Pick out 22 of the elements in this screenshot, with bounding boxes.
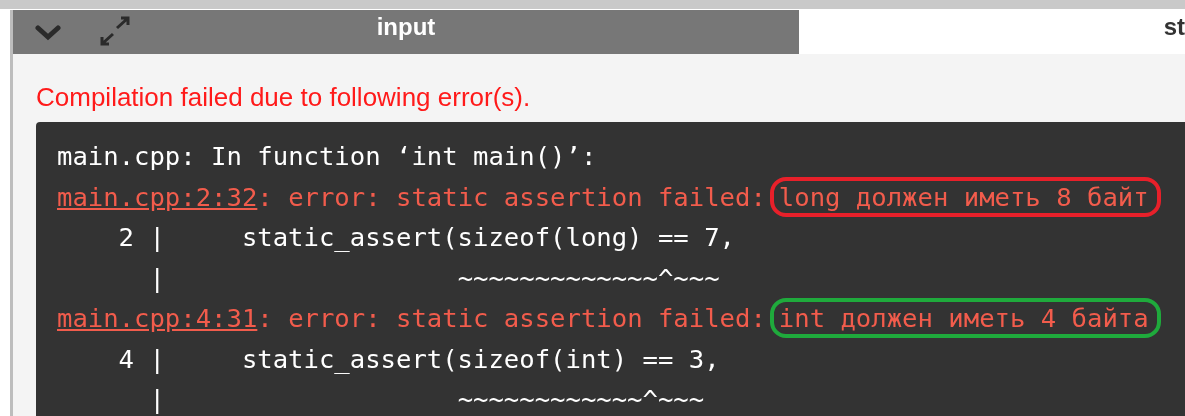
error-text: : error: static assertion failed: [257, 180, 766, 214]
chevron-down-icon[interactable] [35, 24, 61, 42]
tab[interactable]: st [799, 10, 1185, 54]
gutter-separator-text: | [149, 383, 165, 416]
gutter-separator-text: | [149, 342, 165, 376]
line-number: 4 [117, 342, 135, 376]
error-message-highlight: long должен иметь 8 байт [769, 176, 1161, 217]
error-location-link[interactable]: main.cpp:4:31 [57, 298, 258, 339]
source-code: static_assert(sizeof(int) == 3, [241, 342, 720, 376]
gutter-separator-text: | [149, 261, 165, 295]
error-text: : error: static assertion failed: [257, 302, 766, 335]
expand-icon[interactable] [99, 16, 131, 46]
gutter-separator-text: | [149, 221, 165, 254]
compile-error-message: Compilation failed due to following error(s). [36, 82, 532, 114]
caret-marker: ~~~~~~~~~~~~~^~~~ [457, 261, 720, 295]
source-code: static_assert(sizeof(long) == 7, [241, 221, 735, 254]
error-message-highlight: int должен иметь 4 байта [769, 298, 1161, 339]
tab[interactable]: input [13, 10, 799, 54]
line-number: 2 [117, 221, 135, 254]
output-line: main.cpp: In function ‘int main()’: [57, 140, 597, 173]
caret-marker: ~~~~~~~~~~~~^~~~ [457, 383, 705, 416]
error-location-link[interactable]: main.cpp:2:32 [57, 176, 258, 217]
